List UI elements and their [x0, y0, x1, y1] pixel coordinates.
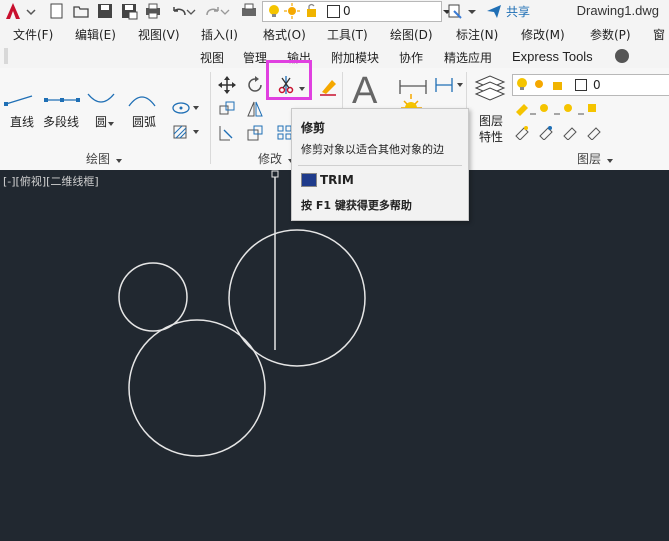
layer-dropdown-value: 0 — [593, 78, 601, 92]
rotate-tool-icon[interactable] — [246, 76, 264, 97]
plot-icon[interactable] — [240, 2, 258, 20]
arc-tool-icon[interactable] — [127, 92, 157, 111]
layer-tools-row-2-icon[interactable] — [514, 124, 614, 143]
qat-customize-icon[interactable] — [466, 2, 484, 20]
menu-draw[interactable]: 绘图(D) — [390, 26, 433, 43]
menu-parameter[interactable]: 参数(P) — [590, 26, 631, 43]
tab-featured-apps[interactable]: 精选应用 — [444, 49, 492, 66]
menu-edit[interactable]: 编辑(E) — [75, 26, 116, 43]
trim-highlight-box — [266, 60, 312, 100]
menu-format[interactable]: 格式(O) — [263, 26, 306, 43]
text-tool-icon[interactable]: A — [352, 70, 377, 113]
circle-large-bottom — [128, 319, 266, 457]
erase-tool-icon[interactable] — [318, 76, 338, 99]
layer-combo-value: 0 — [343, 4, 351, 18]
quick-access-toolbar: 0 共享 Drawing1.dwg — [0, 0, 669, 22]
share-icon[interactable] — [485, 2, 503, 20]
share-label[interactable]: 共享 — [506, 3, 530, 20]
scale-tool-icon[interactable] — [246, 124, 264, 145]
tab-view[interactable]: 视图 — [200, 49, 224, 66]
drawing-geometry[interactable] — [0, 170, 669, 541]
layers-panel-title[interactable]: 图层 — [577, 150, 601, 167]
mirror-tool-icon[interactable] — [246, 100, 264, 121]
layers-panel-expand-icon[interactable] — [606, 154, 614, 168]
tooltip-title: 修剪 — [301, 121, 326, 135]
modify-panel-title[interactable]: 修改 — [258, 150, 282, 167]
layer-dropdown[interactable]: 0 — [512, 74, 669, 96]
drawing-canvas[interactable]: [-][俯视][二维线框] — [0, 170, 669, 541]
menu-bar: 文件(F) 编辑(E) 视图(V) 插入(I) 格式(O) 工具(T) 绘图(D… — [0, 22, 669, 44]
menu-window[interactable]: 窗 — [653, 26, 665, 43]
circle-tool-label[interactable]: 圆 — [95, 113, 107, 130]
open-file-icon[interactable] — [72, 2, 90, 20]
tabs-scroll-handle[interactable] — [4, 48, 8, 64]
menu-insert[interactable]: 插入(I) — [201, 26, 238, 43]
polyline-tool-label[interactable]: 多段线 — [43, 113, 79, 130]
copy-tool-icon[interactable] — [218, 100, 236, 121]
tooltip-divider — [298, 165, 462, 166]
tooltip-help: 按 F1 键获得更多帮助 — [301, 199, 412, 212]
draw-panel-expand-icon[interactable] — [115, 154, 123, 168]
menu-dimension[interactable]: 标注(N) — [456, 26, 498, 43]
layer-properties-label-2[interactable]: 特性 — [479, 128, 503, 145]
linear-dim-icon[interactable] — [434, 76, 464, 97]
layer-dropdown-swatch — [575, 79, 587, 91]
app-menu-arrow-icon[interactable] — [26, 2, 44, 20]
print-icon[interactable] — [144, 2, 162, 20]
circle-tool-icon[interactable] — [86, 90, 116, 113]
tab-collaborate[interactable]: 协作 — [399, 49, 423, 66]
menu-tools[interactable]: 工具(T) — [327, 26, 368, 43]
tabs-options-icon[interactable] — [615, 49, 629, 63]
save-as-icon[interactable] — [120, 2, 138, 20]
match-properties-icon[interactable] — [446, 2, 464, 20]
draw-panel-title[interactable]: 绘图 — [86, 150, 110, 167]
undo-dropdown-icon[interactable] — [186, 2, 204, 20]
layer-combo[interactable]: 0 — [262, 1, 442, 22]
command-icon — [301, 173, 317, 187]
menu-file[interactable]: 文件(F) — [13, 26, 53, 43]
tab-addins[interactable]: 附加模块 — [331, 49, 379, 66]
ellipse-tool-icon[interactable] — [170, 100, 200, 119]
save-icon[interactable] — [96, 2, 114, 20]
polyline-tool-icon[interactable] — [44, 94, 80, 108]
line-tool-icon[interactable] — [4, 92, 34, 111]
tab-express-tools[interactable]: Express Tools — [512, 49, 593, 64]
app-menu-icon[interactable] — [3, 1, 21, 19]
arc-tool-label[interactable]: 圆弧 — [132, 113, 156, 130]
tab-manage[interactable]: 管理 — [243, 49, 267, 66]
ribbon-tabs: 视图 管理 输出 附加模块 协作 精选应用 Express Tools — [0, 44, 669, 68]
trim-tooltip: 修剪 修剪对象以适合其他对象的边 TRIM 按 F1 键获得更多帮助 — [291, 108, 469, 221]
menu-modify[interactable]: 修改(M) — [521, 26, 565, 43]
layer-properties-icon[interactable] — [474, 74, 506, 107]
panel-separator — [210, 72, 211, 164]
new-file-icon[interactable] — [48, 2, 66, 20]
move-tool-icon[interactable] — [218, 76, 236, 97]
tooltip-command: TRIM — [320, 173, 354, 187]
menu-view[interactable]: 视图(V) — [138, 26, 180, 43]
layer-tools-row-1-icon[interactable] — [514, 100, 614, 119]
stretch-tool-icon[interactable] — [218, 124, 236, 145]
tooltip-description: 修剪对象以适合其他对象的边 — [301, 143, 444, 156]
line-grip — [271, 170, 279, 178]
window-title: Drawing1.dwg — [576, 3, 659, 18]
layer-properties-label-1[interactable]: 图层 — [479, 112, 503, 129]
circle-dropdown-icon[interactable] — [107, 117, 115, 131]
redo-dropdown-icon[interactable] — [220, 2, 238, 20]
circle-small — [118, 262, 188, 332]
line-tool-label[interactable]: 直线 — [10, 113, 34, 130]
layer-color-swatch — [327, 5, 340, 18]
hatch-tool-icon[interactable] — [170, 124, 200, 143]
